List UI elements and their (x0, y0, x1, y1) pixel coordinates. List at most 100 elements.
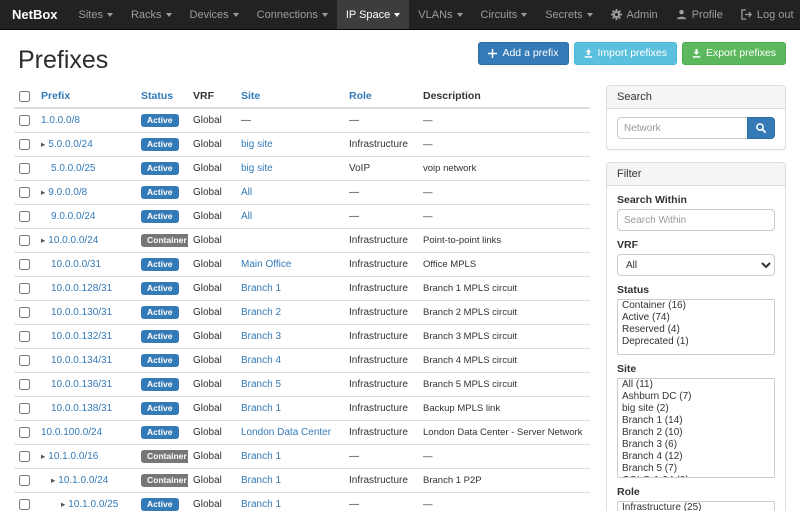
listbox-option[interactable]: Branch 5 (7) (618, 463, 774, 475)
listbox-option[interactable]: Branch 1 (14) (618, 415, 774, 427)
role-listbox[interactable]: Infrastructure (25)Management (8)Private… (617, 501, 775, 511)
site-listbox[interactable]: All (11)Ashburn DC (7)big site (2)Branch… (617, 378, 775, 478)
site-link[interactable]: Branch 1 (241, 283, 281, 294)
site-link[interactable]: Branch 4 (241, 355, 281, 366)
prefix-link[interactable]: 10.0.0.128/31 (51, 283, 112, 294)
search-button[interactable] (747, 117, 775, 139)
row-select-cell (14, 205, 36, 229)
row-checkbox[interactable] (19, 283, 30, 294)
site-link[interactable]: All (241, 187, 252, 198)
row-checkbox[interactable] (19, 163, 30, 174)
row-checkbox[interactable] (19, 115, 30, 126)
nav-item-devices[interactable]: Devices (181, 0, 248, 29)
table-row: 10.0.0.128/31ActiveGlobalBranch 1Infrast… (14, 277, 590, 301)
row-checkbox[interactable] (19, 451, 30, 462)
row-checkbox[interactable] (19, 499, 30, 510)
role-cell: VoIP (344, 157, 418, 181)
nav-item-racks[interactable]: Racks (122, 0, 181, 29)
listbox-option[interactable]: COLO-1-24 (9) (618, 475, 774, 478)
listbox-option[interactable]: All (11) (618, 379, 774, 391)
vrf-cell: Global (188, 349, 236, 373)
prefix-link[interactable]: 10.0.100.0/24 (41, 427, 102, 438)
prefix-link[interactable]: 10.0.0.0/31 (51, 259, 101, 270)
row-checkbox[interactable] (19, 259, 30, 270)
nav-item-vlans[interactable]: VLANs (409, 0, 471, 29)
export-prefixes-button[interactable]: Export prefixes (682, 42, 786, 65)
add-prefix-button[interactable]: Add a prefix (478, 42, 568, 65)
listbox-option[interactable]: Ashburn DC (7) (618, 391, 774, 403)
prefix-link[interactable]: 10.1.0.0/25 (68, 499, 118, 510)
row-checkbox[interactable] (19, 211, 30, 222)
site-link[interactable]: Branch 1 (241, 475, 281, 486)
row-checkbox[interactable] (19, 331, 30, 342)
row-checkbox[interactable] (19, 235, 30, 246)
site-link[interactable]: big site (241, 139, 273, 150)
row-checkbox[interactable] (19, 187, 30, 198)
prefix-link[interactable]: 10.0.0.0/24 (48, 235, 98, 246)
search-input[interactable] (617, 117, 747, 139)
column-header-prefix[interactable]: Prefix (36, 85, 136, 108)
status-listbox[interactable]: Container (16)Active (74)Reserved (4)Dep… (617, 299, 775, 355)
row-checkbox[interactable] (19, 475, 30, 486)
column-header-status[interactable]: Status (136, 85, 188, 108)
row-checkbox[interactable] (19, 427, 30, 438)
prefix-link[interactable]: 10.0.0.138/31 (51, 403, 112, 414)
vrf-select[interactable]: All (617, 254, 775, 276)
row-select-cell (14, 229, 36, 253)
column-header-site[interactable]: Site (236, 85, 344, 108)
brand-logo[interactable]: NetBox (6, 0, 70, 29)
table-row: ▸9.0.0.0/8ActiveGlobalAll—— (14, 181, 590, 205)
listbox-option[interactable]: Container (16) (618, 300, 774, 312)
row-checkbox[interactable] (19, 379, 30, 390)
caret-right-icon: ▸ (61, 499, 65, 510)
row-checkbox[interactable] (19, 403, 30, 414)
prefix-table-body: 1.0.0.0/8ActiveGlobal———▸5.0.0.0/24Activ… (14, 108, 590, 511)
prefix-link[interactable]: 5.0.0.0/25 (51, 163, 95, 174)
column-header-role[interactable]: Role (344, 85, 418, 108)
row-checkbox[interactable] (19, 355, 30, 366)
search-within-input[interactable] (617, 209, 775, 231)
nav-item-connections[interactable]: Connections (248, 0, 337, 29)
import-prefixes-button[interactable]: Import prefixes (574, 42, 677, 65)
listbox-option[interactable]: Infrastructure (25) (618, 502, 774, 511)
site-link[interactable]: Branch 1 (241, 499, 281, 510)
prefix-link[interactable]: 10.1.0.0/16 (48, 451, 98, 462)
row-select-cell (14, 277, 36, 301)
prefix-link[interactable]: 10.1.0.0/24 (58, 475, 108, 486)
prefix-link[interactable]: 10.0.0.130/31 (51, 307, 112, 318)
prefix-link[interactable]: 9.0.0.0/24 (51, 211, 95, 222)
row-checkbox[interactable] (19, 139, 30, 150)
site-link[interactable]: Branch 5 (241, 379, 281, 390)
site-link[interactable]: big site (241, 163, 273, 174)
site-link[interactable]: Branch 3 (241, 331, 281, 342)
site-link[interactable]: Main Office (241, 259, 291, 270)
site-link[interactable]: All (241, 211, 252, 222)
listbox-option[interactable]: Active (74) (618, 312, 774, 324)
site-link[interactable]: London Data Center (241, 427, 331, 438)
site-link[interactable]: Branch 2 (241, 307, 281, 318)
listbox-option[interactable]: Branch 4 (12) (618, 451, 774, 463)
nav-item-secrets[interactable]: Secrets (536, 0, 601, 29)
prefix-link[interactable]: 1.0.0.0/8 (41, 115, 80, 126)
prefix-link[interactable]: 9.0.0.0/8 (48, 187, 87, 198)
prefix-link[interactable]: 10.0.0.136/31 (51, 379, 112, 390)
listbox-option[interactable]: Deprecated (1) (618, 336, 774, 348)
role-cell: Infrastructure (344, 421, 418, 445)
row-checkbox[interactable] (19, 307, 30, 318)
nav-item-sites[interactable]: Sites (70, 0, 122, 29)
nav-item-admin[interactable]: Admin (602, 0, 667, 29)
prefix-link[interactable]: 10.0.0.134/31 (51, 355, 112, 366)
site-link[interactable]: Branch 1 (241, 403, 281, 414)
nav-item-ip-space[interactable]: IP Space (337, 0, 409, 29)
listbox-option[interactable]: big site (2) (618, 403, 774, 415)
listbox-option[interactable]: Branch 3 (6) (618, 439, 774, 451)
prefix-link[interactable]: 5.0.0.0/24 (48, 139, 92, 150)
site-link[interactable]: Branch 1 (241, 451, 281, 462)
listbox-option[interactable]: Branch 2 (10) (618, 427, 774, 439)
prefix-link[interactable]: 10.0.0.132/31 (51, 331, 112, 342)
select-all-checkbox[interactable] (19, 91, 30, 102)
nav-item-logout[interactable]: Log out (732, 0, 800, 29)
nav-item-profile[interactable]: Profile (667, 0, 732, 29)
listbox-option[interactable]: Reserved (4) (618, 324, 774, 336)
nav-item-circuits[interactable]: Circuits (472, 0, 537, 29)
